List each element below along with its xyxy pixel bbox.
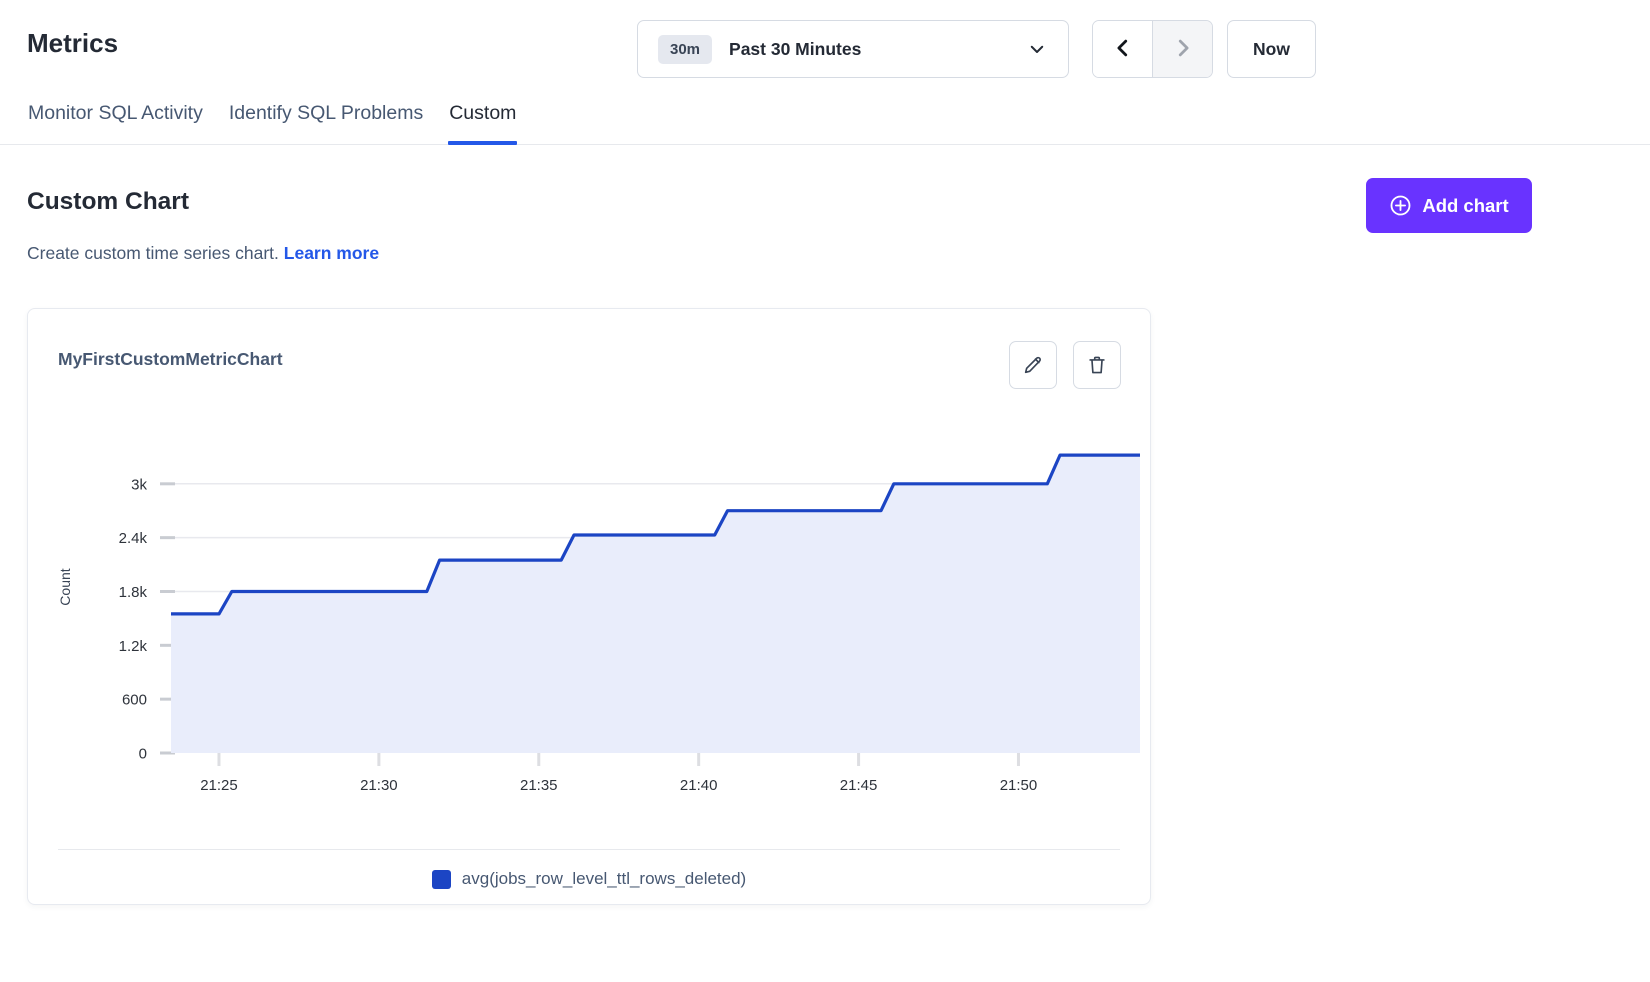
add-chart-button[interactable]: Add chart (1366, 178, 1532, 233)
tab-custom[interactable]: Custom (448, 98, 517, 144)
time-range-badge: 30m (658, 35, 712, 64)
svg-text:0: 0 (139, 746, 147, 763)
add-chart-label: Add chart (1422, 195, 1508, 217)
page-title: Metrics (27, 28, 118, 59)
time-range-label: Past 30 Minutes (729, 39, 861, 60)
chart-title: MyFirstCustomMetricChart (58, 349, 283, 370)
time-nav-group (1092, 20, 1213, 78)
svg-text:1.8k: 1.8k (119, 584, 148, 601)
tab-monitor-sql-activity[interactable]: Monitor SQL Activity (27, 98, 204, 144)
svg-text:21:25: 21:25 (200, 777, 238, 794)
svg-text:3k: 3k (131, 476, 147, 493)
next-time-button[interactable] (1153, 21, 1212, 77)
chevron-left-icon (1112, 37, 1134, 62)
time-range-dropdown[interactable]: 30m Past 30 Minutes (637, 20, 1069, 78)
section-subtitle: Create custom time series chart. Learn m… (27, 243, 379, 264)
learn-more-link[interactable]: Learn more (284, 243, 379, 263)
chevron-down-icon (1028, 40, 1046, 58)
trash-icon-button[interactable] (1073, 341, 1121, 389)
svg-text:21:30: 21:30 (360, 777, 398, 794)
svg-text:21:50: 21:50 (1000, 777, 1038, 794)
svg-text:600: 600 (122, 692, 147, 709)
metrics-page: Metrics 30m Past 30 Minutes Now Monitor … (0, 0, 1650, 982)
svg-text:1.2k: 1.2k (119, 638, 148, 655)
custom-chart-card: MyFirstCustomMetricChart 0 600 1.2k 1.8k 2.4… (27, 308, 1151, 905)
svg-text:21:40: 21:40 (680, 777, 718, 794)
section-title: Custom Chart (27, 188, 189, 216)
now-button[interactable]: Now (1227, 20, 1316, 78)
legend-label: avg(jobs_row_level_ttl_rows_deleted) (462, 869, 746, 889)
prev-time-button[interactable] (1093, 21, 1153, 77)
card-divider (58, 849, 1120, 850)
chart-legend: avg(jobs_row_level_ttl_rows_deleted) (28, 869, 1150, 889)
plus-circle-icon (1389, 194, 1412, 217)
chart-canvas[interactable]: 0 600 1.2k 1.8k 2.4k 3k 21:25 21:30 21:35 21:40 21… (28, 409, 1152, 809)
svg-text:21:35: 21:35 (520, 777, 558, 794)
svg-text:21:45: 21:45 (840, 777, 878, 794)
svg-text:2.4k: 2.4k (119, 530, 148, 547)
trash-icon (1086, 354, 1108, 376)
legend-swatch (432, 870, 451, 889)
pencil-icon (1022, 354, 1044, 376)
svg-text:Count: Count (57, 568, 73, 605)
subtitle-text: Create custom time series chart. (27, 243, 279, 263)
tab-identify-sql-problems[interactable]: Identify SQL Problems (228, 98, 424, 144)
metrics-tabs: Monitor SQL Activity Identify SQL Proble… (0, 98, 1650, 145)
edit-chart-button[interactable] (1009, 341, 1057, 389)
chevron-right-icon (1172, 37, 1194, 62)
